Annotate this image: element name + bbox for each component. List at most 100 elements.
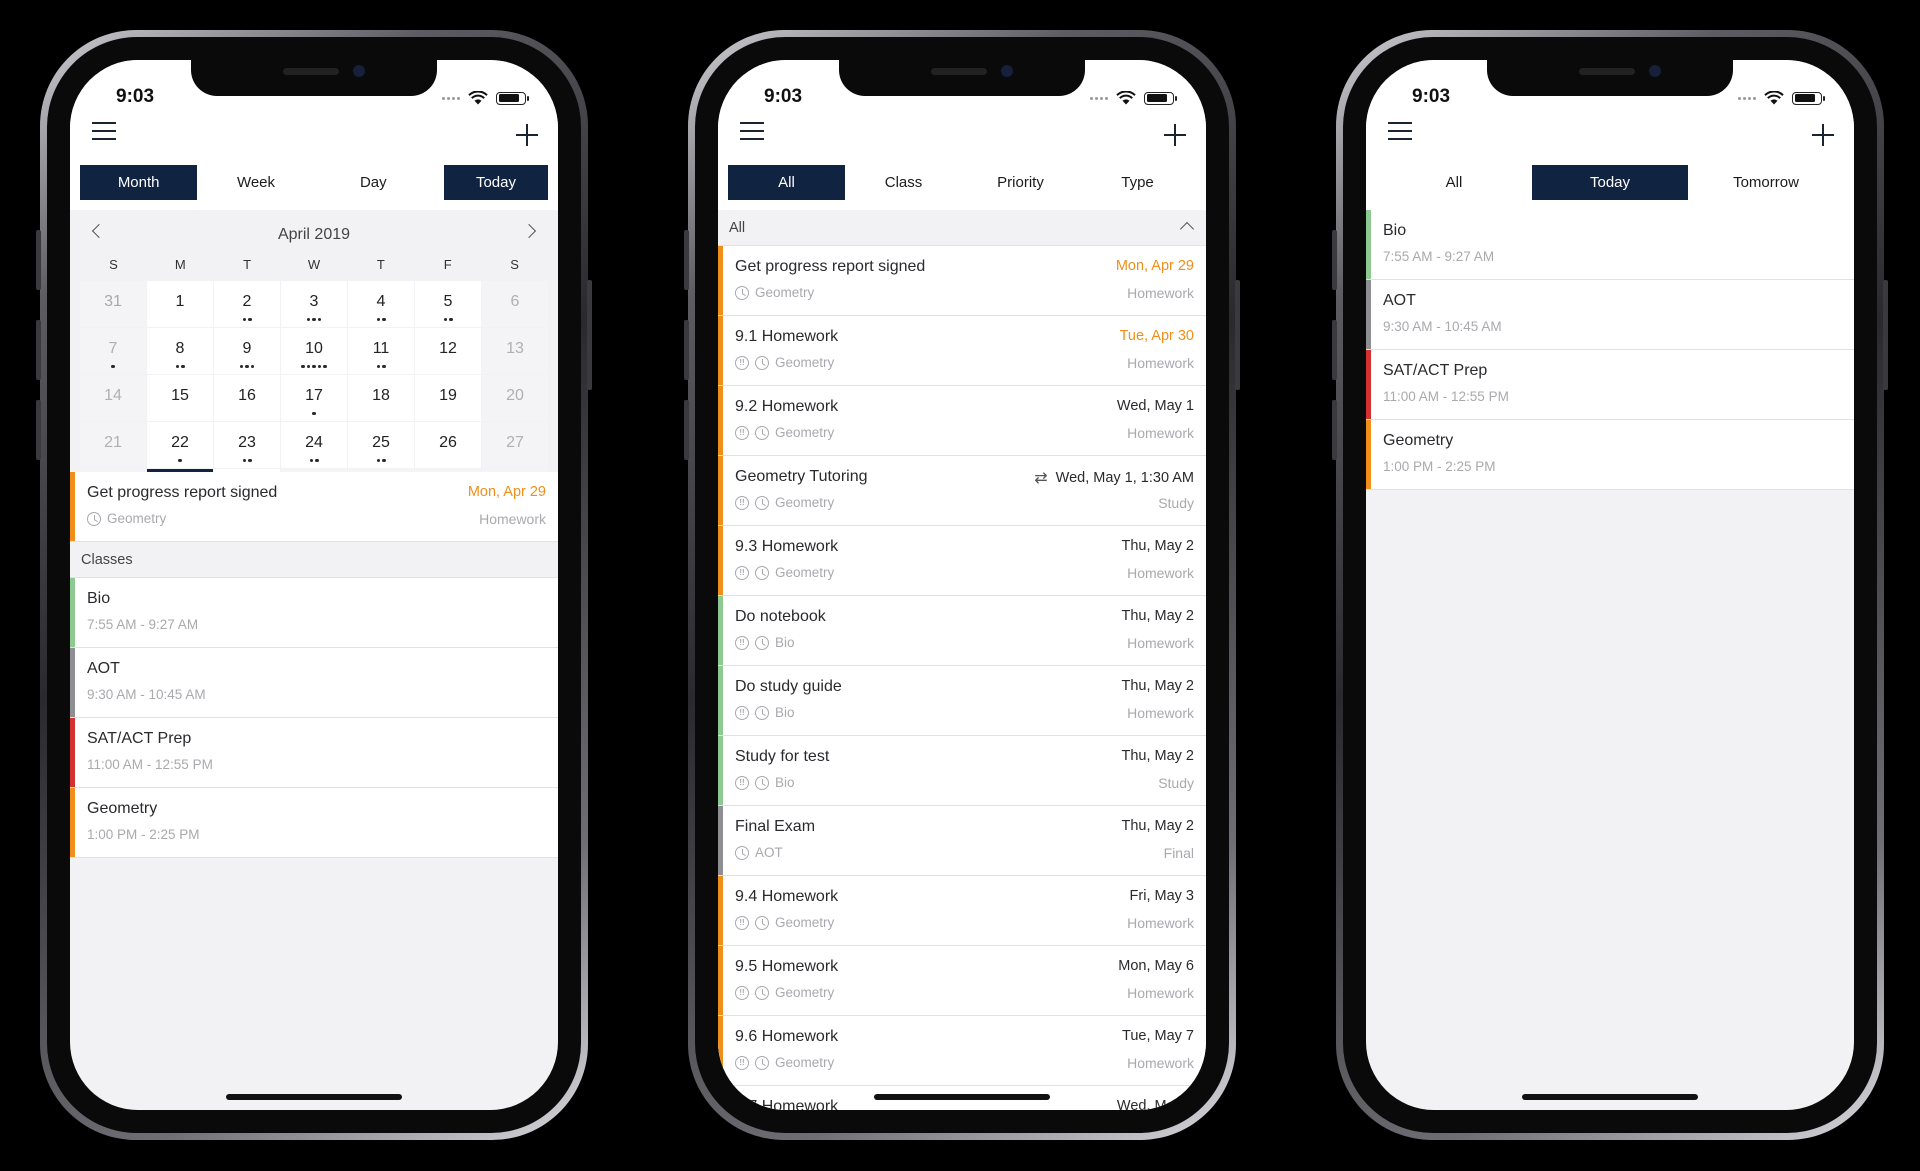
add-icon[interactable] <box>516 124 538 146</box>
day-number: 8 <box>175 340 185 357</box>
task-row[interactable]: Final Exam AOT Thu, May 2 Final <box>718 806 1206 876</box>
all-section-header[interactable]: All <box>718 210 1206 246</box>
class-row[interactable]: Bio 7:55 AM - 9:27 AM <box>1366 210 1854 280</box>
tab-priority[interactable]: Priority <box>962 165 1079 200</box>
phone-schedule-view: 9:03 All Today Tomorrow Bio 7:55 AM - 9:2… <box>1332 30 1888 1140</box>
menu-icon[interactable] <box>1388 122 1412 140</box>
task-row[interactable]: Geometry Tutoring!! Geometry ⇄ Wed, May 1, … <box>718 456 1206 526</box>
class-color-bar <box>70 578 75 647</box>
today-button[interactable]: Today <box>443 165 548 200</box>
class-row[interactable]: Geometry 1:00 PM - 2:25 PM <box>1366 420 1854 490</box>
filter-segmented-control: All Class Priority Type <box>728 165 1196 200</box>
tab-all[interactable]: All <box>728 165 845 200</box>
class-color-bar <box>718 596 723 665</box>
clock-icon <box>87 511 101 526</box>
class-time: 11:00 AM - 12:55 PM <box>1383 389 1509 404</box>
home-indicator[interactable] <box>1522 1094 1698 1100</box>
task-due-date-text: Wed, May 1 <box>1116 398 1194 414</box>
add-icon[interactable] <box>1812 124 1834 146</box>
tab-all[interactable]: All <box>1376 165 1532 200</box>
calendar-day[interactable]: 22 <box>147 422 213 468</box>
tab-today[interactable]: Today <box>1532 165 1688 200</box>
calendar-day[interactable]: 21 <box>80 422 146 468</box>
calendar-day[interactable]: 18 <box>348 375 414 421</box>
task-row[interactable]: Do notebook!! Bio Thu, May 2 Homework <box>718 596 1206 666</box>
task-row[interactable]: 9.6 Homework!! Geometry Tue, May 7 Homework <box>718 1016 1206 1086</box>
task-due-date-text: Wed, May 8 <box>1116 1098 1194 1110</box>
tab-month[interactable]: Month <box>80 165 198 200</box>
class-row[interactable]: SAT/ACT Prep 11:00 AM - 12:55 PM <box>1366 350 1854 420</box>
tab-day[interactable]: Day <box>314 165 432 200</box>
phone-screen: 9:03 All Class Priority Type All Get pro… <box>718 60 1206 1110</box>
calendar-day[interactable]: 16 <box>214 375 280 421</box>
calendar-day[interactable]: 26 <box>415 422 481 468</box>
home-indicator[interactable] <box>226 1094 402 1100</box>
add-icon[interactable] <box>1164 124 1186 146</box>
task-row[interactable]: Get progress report signed Geometry Mon,… <box>70 472 558 542</box>
task-row[interactable]: 9.4 Homework!! Geometry Fri, May 3 Homework <box>718 876 1206 946</box>
tab-week[interactable]: Week <box>197 165 315 200</box>
task-class: Geometry <box>735 285 814 300</box>
task-title: Get progress report signed <box>87 484 278 501</box>
menu-icon[interactable] <box>740 122 764 140</box>
task-row[interactable]: 9.5 Homework!! Geometry Mon, May 6 Homework <box>718 946 1206 1016</box>
calendar-day[interactable]: 14 <box>80 375 146 421</box>
class-color-bar <box>718 316 723 385</box>
class-row[interactable]: AOT 9:30 AM - 10:45 AM <box>70 648 558 718</box>
class-row[interactable]: AOT 9:30 AM - 10:45 AM <box>1366 280 1854 350</box>
calendar-day[interactable]: 2 <box>214 281 280 327</box>
task-type: Homework <box>1127 1055 1194 1071</box>
tab-type[interactable]: Type <box>1079 165 1196 200</box>
calendar-day[interactable]: 19 <box>415 375 481 421</box>
calendar-day[interactable]: 1 <box>147 281 213 327</box>
task-type: Study <box>1158 495 1194 511</box>
calendar-day[interactable]: 25 <box>348 422 414 468</box>
calendar-day[interactable]: 4 <box>348 281 414 327</box>
task-type: Homework <box>1127 635 1194 651</box>
day-number: 22 <box>171 434 189 451</box>
task-due-date-text: Mon, May 6 <box>1118 958 1194 974</box>
calendar-day[interactable]: 24 <box>281 422 347 468</box>
task-row[interactable]: 9.3 Homework!! Geometry Thu, May 2 Homework <box>718 526 1206 596</box>
task-row[interactable]: Study for test!! Bio Thu, May 2 Study <box>718 736 1206 806</box>
calendar-day[interactable]: 3 <box>281 281 347 327</box>
class-row[interactable]: Geometry 1:00 PM - 2:25 PM <box>70 788 558 858</box>
class-row[interactable]: SAT/ACT Prep 11:00 AM - 12:55 PM <box>70 718 558 788</box>
day-number: 18 <box>372 387 390 404</box>
task-row[interactable]: Get progress report signed Geometry Mon, A… <box>718 246 1206 316</box>
calendar-day[interactable]: 9 <box>214 328 280 374</box>
calendar-day[interactable]: 27 <box>482 422 548 468</box>
tab-class[interactable]: Class <box>845 165 962 200</box>
calendar-day[interactable]: 10 <box>281 328 347 374</box>
home-indicator[interactable] <box>874 1094 1050 1100</box>
calendar-day[interactable]: 7 <box>80 328 146 374</box>
chevron-up-icon[interactable] <box>1179 221 1195 237</box>
event-dots <box>214 317 280 321</box>
task-class: !! Geometry <box>735 355 834 370</box>
priority-icon: !! <box>735 635 749 650</box>
calendar-day[interactable]: 17 <box>281 375 347 421</box>
tab-tomorrow[interactable]: Tomorrow <box>1688 165 1844 200</box>
event-dots <box>214 364 280 368</box>
calendar-day[interactable]: 5 <box>415 281 481 327</box>
class-color-bar <box>718 1086 723 1110</box>
task-class: !! Bio <box>735 775 795 790</box>
class-row[interactable]: Bio 7:55 AM - 9:27 AM <box>70 578 558 648</box>
calendar-day[interactable]: 31 <box>80 281 146 327</box>
calendar-day[interactable]: 11 <box>348 328 414 374</box>
calendar-day[interactable]: 20 <box>482 375 548 421</box>
calendar-day[interactable]: 8 <box>147 328 213 374</box>
priority-icon: !! <box>735 705 749 720</box>
task-class: !! Geometry <box>735 985 834 1000</box>
task-row[interactable]: 9.2 Homework!! Geometry Wed, May 1 Homework <box>718 386 1206 456</box>
calendar-day[interactable]: 23 <box>214 422 280 468</box>
menu-icon[interactable] <box>92 122 116 140</box>
calendar-day[interactable]: 13 <box>482 328 548 374</box>
task-due-date-text: Thu, May 2 <box>1121 748 1194 764</box>
calendar-day[interactable]: 15 <box>147 375 213 421</box>
task-due-date-text: Fri, May 3 <box>1129 888 1194 904</box>
task-row[interactable]: Do study guide!! Bio Thu, May 2 Homework <box>718 666 1206 736</box>
task-row[interactable]: 9.1 Homework!! Geometry Tue, Apr 30 Homewor… <box>718 316 1206 386</box>
calendar-day[interactable]: 6 <box>482 281 548 327</box>
calendar-day[interactable]: 12 <box>415 328 481 374</box>
